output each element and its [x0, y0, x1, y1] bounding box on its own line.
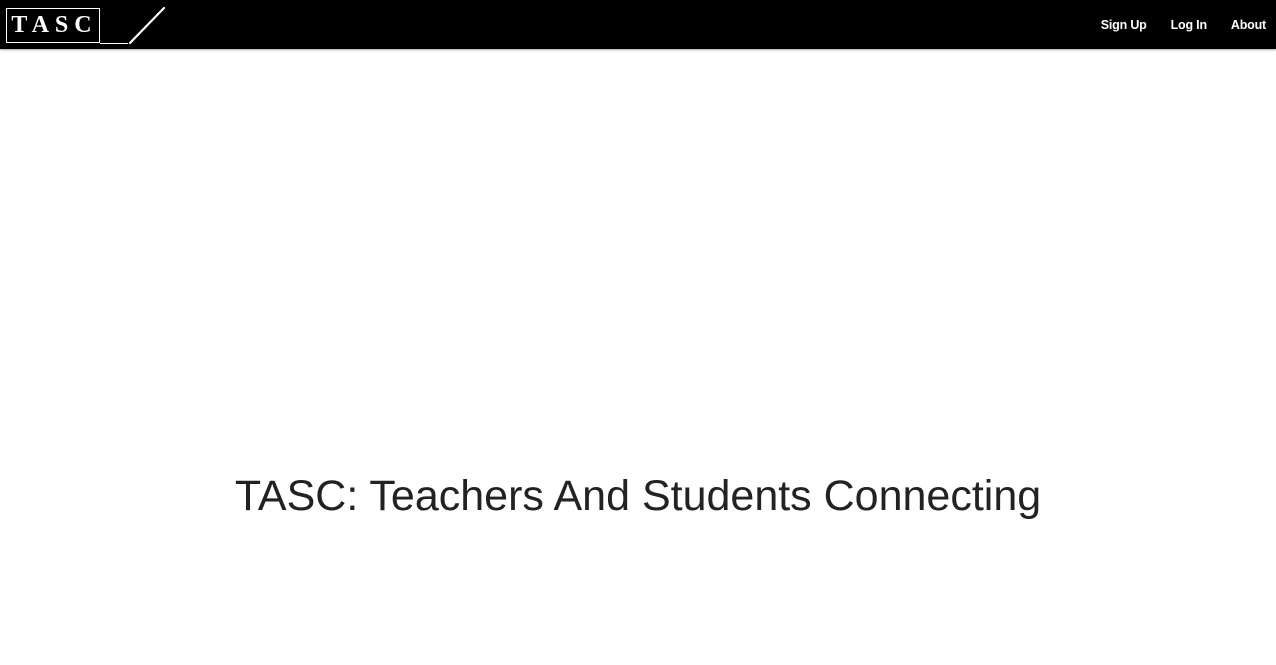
nav-links: Sign Up Log In About — [1077, 0, 1266, 49]
about-link[interactable]: About — [1231, 18, 1266, 32]
tasc-logo[interactable]: TASC — [6, 7, 168, 45]
log-in-link[interactable]: Log In — [1171, 18, 1207, 32]
sign-up-link[interactable]: Sign Up — [1101, 18, 1147, 32]
page-title: TASC: Teachers And Students Connecting — [234, 472, 1042, 520]
pen-icon — [100, 7, 166, 45]
top-navbar: TASC Sign Up Log In About — [0, 0, 1276, 49]
